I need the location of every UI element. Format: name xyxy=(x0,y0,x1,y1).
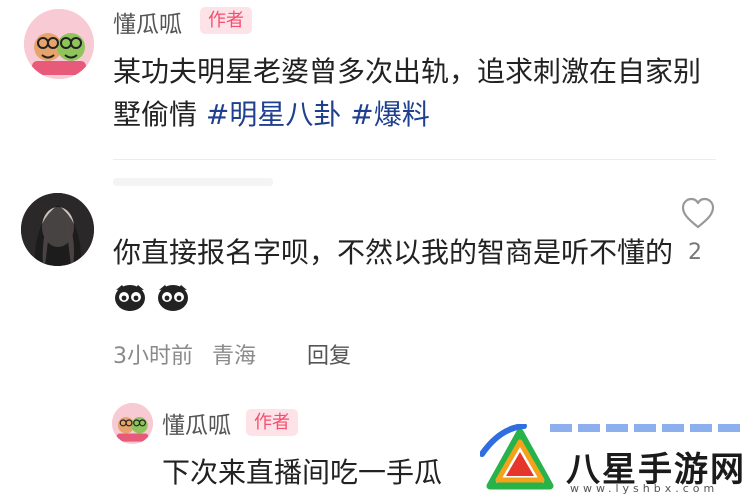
comment-thread-screenshot: 懂瓜呱 作者 某功夫明星老婆曾多次出轨，追求刺激在自家别墅偷情 #明星八卦 #爆… xyxy=(0,0,749,500)
cartoon-avatar-icon xyxy=(112,403,153,444)
section-divider xyxy=(113,159,716,160)
user-photo-icon xyxy=(21,193,94,266)
post-author-name[interactable]: 懂瓜呱 xyxy=(113,5,182,39)
watermark-strip xyxy=(550,424,740,432)
comment-location: 青海 xyxy=(212,344,257,369)
reply-author-avatar[interactable] xyxy=(112,403,153,444)
reply-button[interactable]: 回复 xyxy=(307,338,351,370)
author-avatar[interactable] xyxy=(24,9,94,79)
reply-content: 下次来直播间吃一手瓜 xyxy=(162,456,443,489)
like-count: 2 xyxy=(688,240,702,265)
logo-icon xyxy=(480,424,554,490)
hashtag-link[interactable]: #明星八卦 xyxy=(206,98,341,131)
dark-face-emoji-icon xyxy=(115,285,145,311)
comment-time: 3小时前 xyxy=(113,344,193,369)
author-badge: 作者 xyxy=(246,409,298,436)
comment-body-text: 你直接报名字呗，不然以我的智商是听不懂的 xyxy=(113,236,674,269)
reply-author-name[interactable]: 懂瓜呱 xyxy=(162,406,231,440)
commenter-avatar[interactable] xyxy=(21,193,94,266)
hashtag-link[interactable]: #爆料 xyxy=(350,98,429,131)
author-badge: 作者 xyxy=(200,7,252,34)
cartoon-avatar-icon xyxy=(24,9,94,79)
commenter-name-redacted[interactable] xyxy=(113,178,273,186)
dark-face-emoji-icon xyxy=(157,285,188,311)
site-watermark: 八星手游网 www.lyshbx.com xyxy=(478,404,749,500)
watermark-url: www.lyshbx.com xyxy=(570,482,719,495)
comment-meta: 3小时前 青海 xyxy=(113,338,268,370)
heart-icon[interactable] xyxy=(680,197,716,230)
post-content: 某功夫明星老婆曾多次出轨，追求刺激在自家别墅偷情 #明星八卦 #爆料 xyxy=(113,50,723,136)
comment-content: 你直接报名字呗，不然以我的智商是听不懂的 xyxy=(113,230,673,320)
